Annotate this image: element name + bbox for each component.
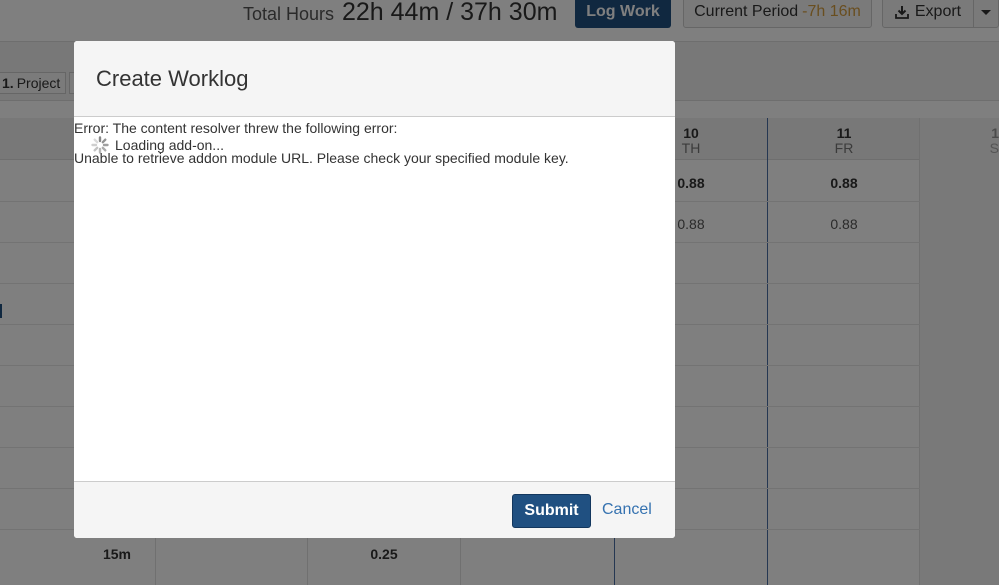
- dialog-body: Error: The content resolver threw the fo…: [74, 118, 675, 481]
- dialog-title: Create Worklog: [96, 66, 249, 91]
- dialog-header: Create Worklog: [74, 41, 675, 117]
- error-message: Error: The content resolver threw the fo…: [74, 120, 398, 136]
- cancel-link[interactable]: Cancel: [602, 501, 652, 519]
- dialog-footer: Submit Cancel: [74, 481, 675, 538]
- create-worklog-dialog: Create Worklog Error: The content resolv…: [74, 41, 675, 538]
- error-detail: Unable to retrieve addon module URL. Ple…: [74, 150, 569, 166]
- submit-button[interactable]: Submit: [512, 494, 591, 528]
